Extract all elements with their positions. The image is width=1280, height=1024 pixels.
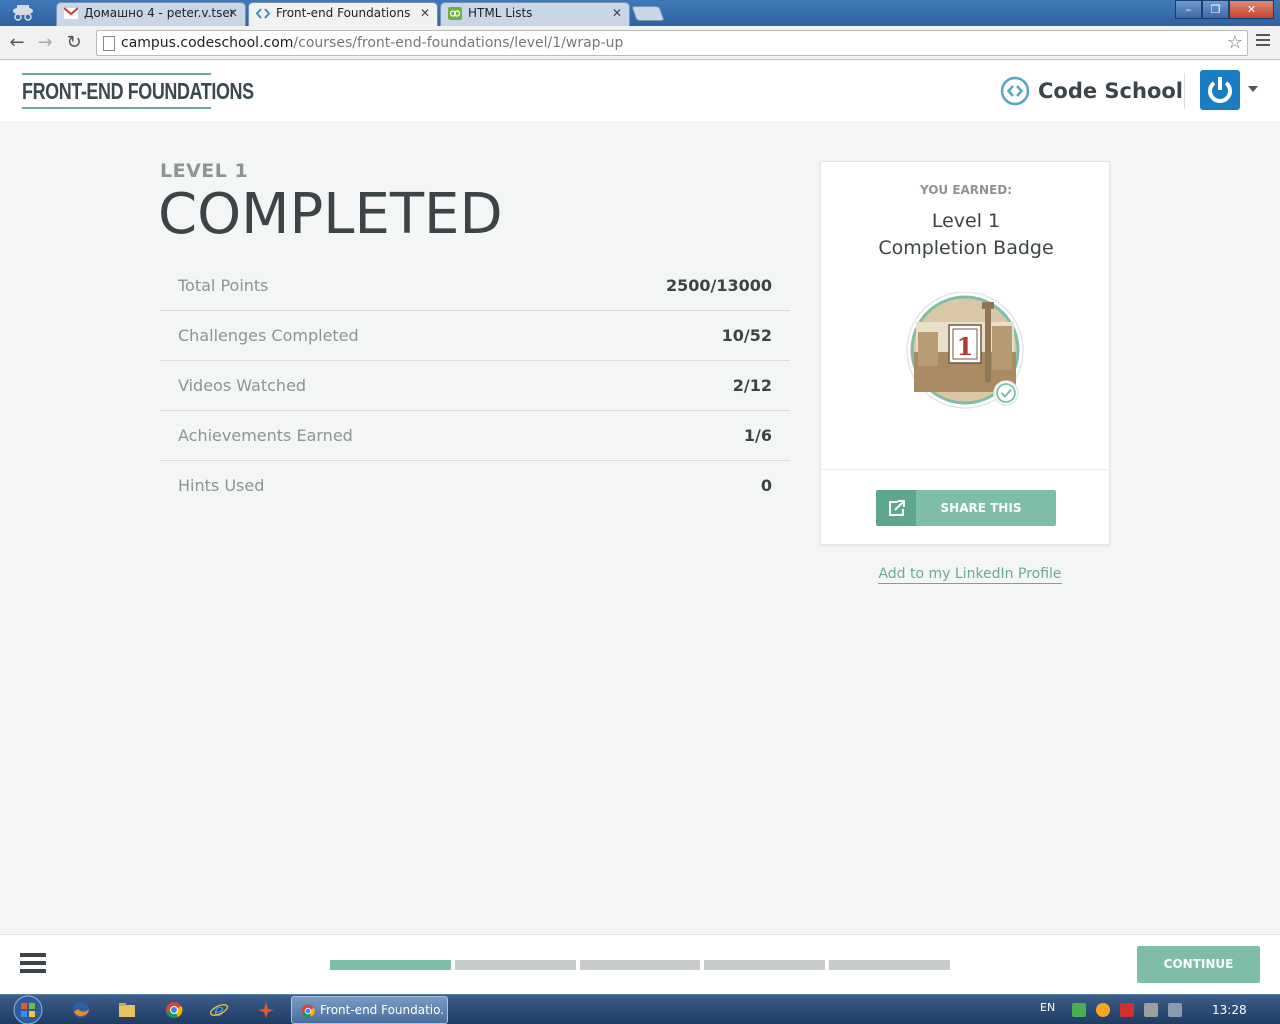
- tab-html-lists[interactable]: HTML Lists ✕: [440, 2, 630, 26]
- stat-row-videos: Videos Watched 2/12: [160, 361, 790, 411]
- browser-toolbar: ← → ↻ campus.codeschool.com/courses/fron…: [0, 26, 1280, 60]
- brand-name: Code School: [1038, 79, 1184, 103]
- folder-icon[interactable]: [117, 1000, 137, 1020]
- firefox-icon[interactable]: [71, 1000, 91, 1020]
- you-earned-label: YOU EARNED:: [919, 183, 1013, 197]
- progress-segment: [704, 960, 826, 970]
- tab-gmail[interactable]: Домашно 4 - peter.v.tsen ✕: [56, 2, 246, 26]
- taskbar-task-label: Front-end Foundatio...: [320, 1003, 444, 1017]
- stat-value: 2500/13000: [665, 276, 772, 295]
- progress-segment: [829, 960, 950, 970]
- user-avatar[interactable]: [1200, 70, 1240, 110]
- tab-label: Front-end Foundations: [276, 6, 411, 20]
- share-button[interactable]: SHARE THIS: [876, 490, 1056, 526]
- stat-row-achievements: Achievements Earned 1/6: [160, 411, 790, 461]
- badge-title-line: Level 1: [931, 210, 1001, 232]
- tray-update-icon[interactable]: [1096, 1003, 1110, 1017]
- logo-rule: [22, 107, 211, 109]
- chrome-icon[interactable]: [164, 1000, 184, 1020]
- share-label: SHARE THIS: [940, 501, 1022, 515]
- window-controls: – ❐ ✕: [1175, 0, 1274, 19]
- course-title: FRONT-END FOUNDATIONS: [22, 78, 254, 104]
- stat-row-hints: Hints Used 0: [160, 461, 790, 511]
- browser-tab-strip: Домашно 4 - peter.v.tsen ✕ Front-end Fou…: [0, 0, 1280, 26]
- incognito-icon: [13, 5, 33, 21]
- reload-icon[interactable]: ↻: [63, 32, 85, 54]
- tray-network-icon[interactable]: [1144, 1003, 1158, 1017]
- page-icon: [103, 36, 115, 51]
- level-progress-bar: [330, 960, 950, 970]
- system-clock[interactable]: 13:28: [1212, 1003, 1247, 1017]
- chrome-menu-icon[interactable]: [1256, 34, 1270, 50]
- progress-segment: [330, 960, 451, 970]
- stat-value: 1/6: [743, 426, 772, 445]
- chrome-icon: [301, 1004, 315, 1018]
- forward-arrow-icon[interactable]: →: [34, 32, 56, 54]
- html-lists-icon: [448, 7, 462, 20]
- stat-label: Challenges Completed: [178, 326, 359, 345]
- code-school-mark-icon: [1000, 76, 1030, 106]
- windows-taskbar: e Front-end Foundatio... EN 13:28: [0, 994, 1280, 1024]
- card-divider: [821, 469, 1111, 470]
- tray-app-icon[interactable]: [1072, 1003, 1086, 1017]
- linkedin-link-label[interactable]: Add to my LinkedIn Profile: [878, 566, 1062, 584]
- continue-button[interactable]: CONTINUE: [1137, 946, 1260, 983]
- badge-title-line: Completion Badge: [878, 237, 1054, 259]
- tab-label: HTML Lists: [468, 6, 533, 20]
- url-text: campus.codeschool.com/courses/front-end-…: [121, 35, 624, 51]
- stat-value: 10/52: [721, 326, 772, 345]
- tray-volume-muted-icon[interactable]: [1168, 1003, 1182, 1017]
- new-tab-button[interactable]: [631, 6, 665, 21]
- stat-label: Videos Watched: [178, 376, 307, 395]
- site-header: FRONT-END FOUNDATIONS Code School: [0, 61, 1280, 121]
- stat-label: Hints Used: [178, 476, 265, 495]
- share-icon: [876, 490, 916, 526]
- badge-card: YOU EARNED: Level 1 Completion Badge 1 S…: [820, 161, 1111, 545]
- stats-table: Total Points 2500/13000 Challenges Compl…: [160, 261, 790, 511]
- close-window-button[interactable]: ✕: [1229, 0, 1274, 19]
- power-icon: [1208, 77, 1232, 103]
- header-divider: [1184, 73, 1185, 109]
- tab-label: Домашно 4 - peter.v.tsen: [84, 6, 234, 20]
- badge-number: 1: [957, 332, 974, 361]
- tab-close-icon[interactable]: ✕: [612, 2, 622, 24]
- logo-rule: [22, 73, 211, 75]
- stat-label: Total Points: [178, 276, 269, 295]
- tab-front-end-foundations[interactable]: Front-end Foundations ✕: [248, 2, 438, 26]
- tab-close-icon[interactable]: ✕: [420, 2, 430, 24]
- codeschool-icon: [256, 8, 270, 19]
- tray-adobe-icon[interactable]: [1120, 1003, 1134, 1017]
- maximize-button[interactable]: ❐: [1202, 0, 1229, 19]
- tab-close-icon[interactable]: ✕: [228, 2, 238, 24]
- bookmark-star-icon[interactable]: ☆: [1227, 32, 1243, 53]
- completion-badge-image: 1: [906, 292, 1024, 409]
- svg-text:e: e: [214, 1001, 224, 1020]
- page-title: COMPLETED: [158, 182, 503, 247]
- chevron-down-icon[interactable]: [1248, 86, 1258, 92]
- stat-row-total-points: Total Points 2500/13000: [160, 261, 790, 311]
- internet-explorer-icon[interactable]: e: [209, 1000, 229, 1020]
- address-bar[interactable]: campus.codeschool.com/courses/front-end-…: [96, 30, 1248, 56]
- badge-title: Level 1 Completion Badge: [821, 208, 1111, 262]
- course-footer: CONTINUE: [0, 934, 1280, 994]
- level-label: LEVEL 1: [160, 160, 249, 182]
- minimize-button[interactable]: –: [1175, 0, 1202, 19]
- progress-segment: [579, 960, 701, 970]
- stat-label: Achievements Earned: [178, 426, 353, 445]
- linkedin-link[interactable]: Add to my LinkedIn Profile: [820, 566, 1120, 584]
- menu-hamburger-icon[interactable]: [20, 953, 46, 975]
- app-icon[interactable]: [256, 1000, 276, 1020]
- back-arrow-icon[interactable]: ←: [6, 32, 28, 54]
- language-indicator[interactable]: EN: [1040, 1001, 1055, 1014]
- windows-start-icon[interactable]: [8, 995, 48, 1024]
- stat-row-challenges: Challenges Completed 10/52: [160, 311, 790, 361]
- gmail-icon: [64, 7, 78, 19]
- taskbar-task-chrome[interactable]: Front-end Foundatio...: [291, 996, 448, 1024]
- progress-segment: [454, 960, 576, 970]
- stat-value: 2/12: [732, 376, 772, 395]
- code-school-logo[interactable]: Code School: [1000, 75, 1183, 107]
- stat-value: 0: [760, 476, 772, 495]
